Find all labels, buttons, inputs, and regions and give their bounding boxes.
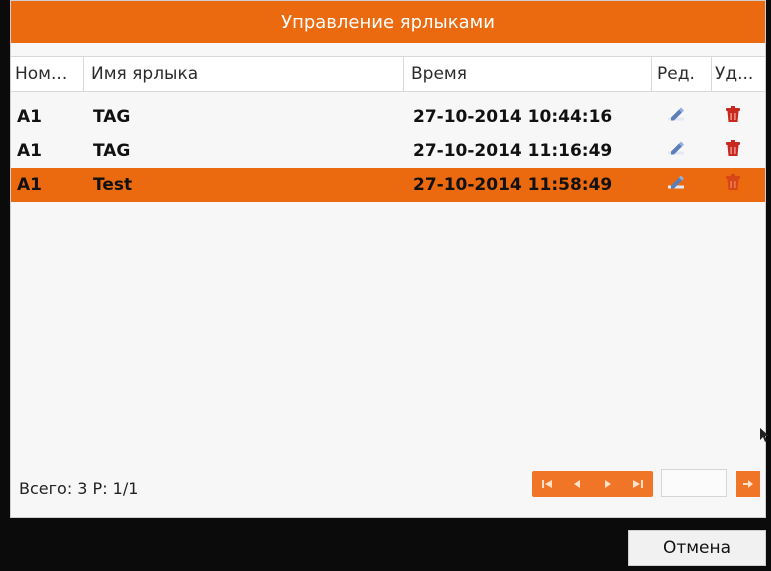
dialog-title-text: Управление ярлыками (281, 11, 495, 33)
table-row[interactable]: A1 Test 27-10-2014 11:58:49 (11, 168, 765, 202)
row-time: 27-10-2014 10:44:16 (413, 107, 613, 127)
last-page-icon (632, 480, 643, 488)
row-tag-name: TAG (93, 141, 131, 161)
column-divider (711, 57, 712, 91)
first-page-button[interactable] (535, 474, 559, 494)
last-page-button[interactable] (626, 474, 650, 494)
column-header-number[interactable]: Ном... (15, 57, 81, 91)
column-divider (403, 57, 404, 91)
first-page-icon (542, 480, 553, 488)
edit-pencil-icon[interactable] (667, 107, 685, 128)
table-row[interactable]: A1 TAG 27-10-2014 11:16:49 (11, 134, 765, 168)
trash-icon[interactable] (725, 106, 741, 128)
table-header: Ном... Имя ярлыка Время Ред. Уд... (11, 56, 765, 92)
mouse-cursor-icon (760, 428, 769, 442)
edit-pencil-icon[interactable] (667, 141, 685, 162)
dialog-title: Управление ярлыками (11, 1, 765, 43)
row-time: 27-10-2014 11:58:49 (413, 175, 613, 195)
next-page-icon (604, 480, 611, 488)
trash-icon[interactable] (725, 174, 741, 196)
column-header-time[interactable]: Время (411, 57, 641, 91)
prev-page-icon (574, 480, 581, 488)
trash-icon[interactable] (725, 140, 741, 162)
next-page-button[interactable] (596, 474, 620, 494)
row-number: A1 (17, 141, 42, 161)
column-header-delete[interactable]: Уд... (715, 57, 765, 91)
go-to-page-button[interactable] (736, 471, 760, 497)
row-number: A1 (17, 175, 42, 195)
cancel-button[interactable]: Отмена (628, 530, 766, 566)
table-row[interactable]: A1 TAG 27-10-2014 10:44:16 (11, 100, 765, 134)
record-summary: Всего: 3 P: 1/1 (19, 479, 139, 498)
prev-page-button[interactable] (565, 474, 589, 494)
row-tag-name: Test (93, 175, 133, 195)
go-arrow-icon (743, 480, 753, 488)
column-divider (83, 57, 84, 91)
row-tag-name: TAG (93, 107, 131, 127)
edit-pencil-icon[interactable] (667, 175, 685, 196)
column-divider (651, 57, 652, 91)
page-number-input[interactable] (661, 469, 727, 497)
pagination-controls (532, 471, 653, 497)
tag-management-dialog: Управление ярлыками Ном... Имя ярлыка Вр… (10, 0, 766, 518)
column-header-tag-name[interactable]: Имя ярлыка (91, 57, 391, 91)
row-number: A1 (17, 107, 42, 127)
column-header-edit[interactable]: Ред. (657, 57, 709, 91)
row-time: 27-10-2014 11:16:49 (413, 141, 613, 161)
